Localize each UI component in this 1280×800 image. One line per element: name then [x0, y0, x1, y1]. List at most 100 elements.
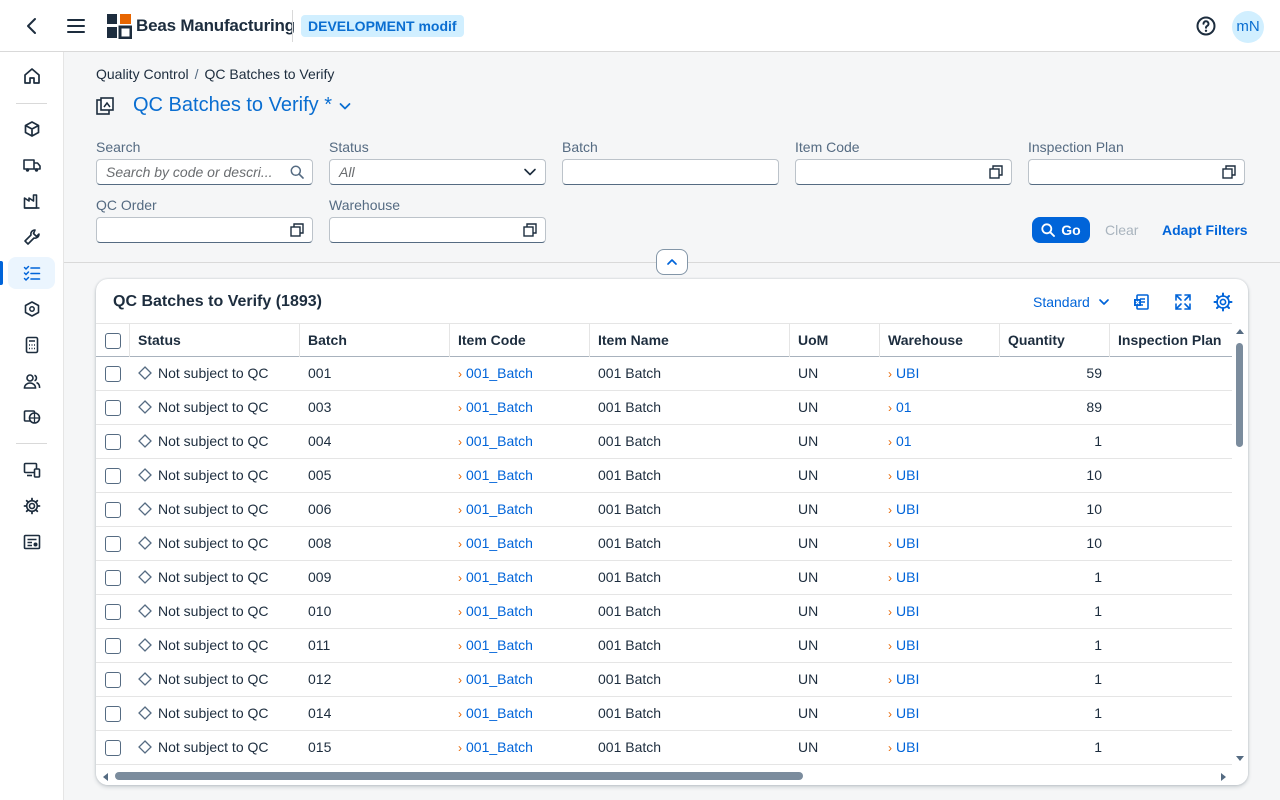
cell-item-code-text[interactable]: 001_Batch [466, 467, 533, 483]
adapt-filters-button[interactable]: Adapt Filters [1162, 222, 1248, 238]
help-icon[interactable] [1194, 14, 1218, 38]
variant-chevron-down-icon[interactable] [338, 99, 352, 113]
cell-item-code-text[interactable]: 001_Batch [466, 433, 533, 449]
cell-item-code[interactable]: › 001_Batch [450, 731, 590, 764]
cell-item-code[interactable]: › 001_Batch [450, 561, 590, 594]
table-row[interactable]: Not subject to QC 012 › 001_Batch 001 Batch U… [96, 663, 1232, 697]
variant-selector[interactable]: Standard [1033, 294, 1110, 310]
table-row[interactable]: Not subject to QC 006 › 001_Batch 001 Batch U… [96, 493, 1232, 527]
cell-warehouse[interactable]: › UBI [880, 493, 1000, 526]
cell-item-code[interactable]: › 001_Batch [450, 697, 590, 730]
cell-item-code[interactable]: › 001_Batch [450, 595, 590, 628]
column-header-status[interactable]: Status [130, 324, 300, 357]
column-header-warehouse[interactable]: Warehouse [880, 324, 1000, 357]
wrench-icon[interactable] [8, 221, 55, 253]
cell-item-code-text[interactable]: 001_Batch [466, 535, 533, 551]
scroll-right-icon[interactable] [1220, 772, 1228, 782]
cell-item-code[interactable]: › 001_Batch [450, 357, 590, 390]
cell-item-code[interactable]: › 001_Batch [450, 493, 590, 526]
item-code-input[interactable] [795, 159, 1012, 185]
table-row[interactable]: Not subject to QC 010 › 001_Batch 001 Batch U… [96, 595, 1232, 629]
cell-item-code[interactable]: › 001_Batch [450, 459, 590, 492]
cell-warehouse-text[interactable]: UBI [896, 603, 919, 619]
collapse-header-button[interactable] [656, 249, 688, 275]
cell-warehouse-text[interactable]: UBI [896, 535, 919, 551]
cell-warehouse-text[interactable]: UBI [896, 569, 919, 585]
cell-item-code[interactable]: › 001_Batch [450, 629, 590, 662]
cube-icon[interactable] [8, 113, 55, 145]
cell-warehouse-text[interactable]: 01 [896, 399, 912, 415]
cell-warehouse[interactable]: › UBI [880, 561, 1000, 594]
vertical-scrollbar[interactable] [1232, 323, 1248, 765]
fullscreen-icon[interactable] [1173, 292, 1193, 312]
truck-icon[interactable] [8, 149, 55, 181]
value-help-icon[interactable] [523, 223, 537, 237]
batch-input[interactable] [562, 159, 779, 185]
cell-warehouse[interactable]: › 01 [880, 391, 1000, 424]
table-settings-icon[interactable] [1213, 292, 1233, 312]
beas-logo-icon[interactable] [106, 13, 132, 39]
cell-item-code-text[interactable]: 001_Batch [466, 603, 533, 619]
scroll-up-icon[interactable] [1235, 327, 1245, 335]
cell-warehouse-text[interactable]: UBI [896, 501, 919, 517]
cell-item-code[interactable]: › 001_Batch [450, 527, 590, 560]
horizontal-scrollbar[interactable] [96, 767, 1248, 785]
warehouse-input[interactable] [329, 217, 546, 243]
breadcrumb-link-quality-control[interactable]: Quality Control [96, 66, 189, 82]
cell-warehouse[interactable]: › UBI [880, 459, 1000, 492]
devices-icon[interactable] [8, 454, 55, 486]
chevron-down-icon[interactable] [523, 165, 537, 179]
cell-item-code-text[interactable]: 001_Batch [466, 739, 533, 755]
home-icon[interactable] [8, 60, 55, 92]
checklist-icon[interactable] [0, 257, 55, 289]
table-row[interactable]: Not subject to QC 009 › 001_Batch 001 Batch U… [96, 561, 1232, 595]
cell-warehouse-text[interactable]: UBI [896, 705, 919, 721]
row-checkbox[interactable] [105, 434, 121, 450]
row-checkbox[interactable] [105, 536, 121, 552]
cell-item-code[interactable]: › 001_Batch [450, 425, 590, 458]
select-all-checkbox[interactable] [105, 333, 121, 349]
report-icon[interactable] [8, 526, 55, 558]
cell-warehouse[interactable]: › UBI [880, 527, 1000, 560]
value-help-icon[interactable] [989, 165, 1003, 179]
clear-button[interactable]: Clear [1105, 222, 1138, 238]
calculator-icon[interactable] [8, 329, 55, 361]
export-spreadsheet-icon[interactable] [1133, 292, 1153, 312]
cell-warehouse-text[interactable]: UBI [896, 365, 919, 381]
qc-order-input[interactable] [96, 217, 313, 243]
cell-item-code[interactable]: › 001_Batch [450, 663, 590, 696]
cell-warehouse[interactable]: › UBI [880, 663, 1000, 696]
row-checkbox[interactable] [105, 638, 121, 654]
row-checkbox[interactable] [105, 468, 121, 484]
cell-item-code-text[interactable]: 001_Batch [466, 569, 533, 585]
cell-item-code[interactable]: › 001_Batch [450, 391, 590, 424]
row-checkbox[interactable] [105, 366, 121, 382]
cell-warehouse[interactable]: › UBI [880, 595, 1000, 628]
cell-warehouse[interactable]: › UBI [880, 697, 1000, 730]
value-help-icon[interactable] [290, 223, 304, 237]
table-row[interactable]: Not subject to QC 015 › 001_Batch 001 Batch U… [96, 731, 1232, 765]
column-header-item-name[interactable]: Item Name [590, 324, 790, 357]
back-icon[interactable] [20, 14, 44, 38]
user-avatar[interactable]: mN [1232, 11, 1264, 43]
search-input[interactable]: Search by code or descri... [96, 159, 313, 185]
factory-icon[interactable] [8, 185, 55, 217]
users-icon[interactable] [8, 365, 55, 397]
go-button[interactable]: Go [1032, 217, 1090, 243]
column-header-quantity[interactable]: Quantity [1000, 324, 1110, 357]
cell-item-code-text[interactable]: 001_Batch [466, 501, 533, 517]
row-checkbox[interactable] [105, 604, 121, 620]
cell-item-code-text[interactable]: 001_Batch [466, 365, 533, 381]
row-checkbox[interactable] [105, 502, 121, 518]
cell-item-code-text[interactable]: 001_Batch [466, 399, 533, 415]
table-row[interactable]: Not subject to QC 003 › 001_Batch 001 Batch U… [96, 391, 1232, 425]
column-header-inspection-plan[interactable]: Inspection Plan [1110, 324, 1232, 357]
table-row[interactable]: Not subject to QC 011 › 001_Batch 001 Batch U… [96, 629, 1232, 663]
cell-warehouse[interactable]: › UBI [880, 731, 1000, 764]
scroll-left-icon[interactable] [101, 772, 109, 782]
status-select[interactable]: All [329, 159, 546, 185]
globe-icon[interactable] [8, 401, 55, 433]
hamburger-menu-icon[interactable] [64, 14, 88, 38]
scroll-down-icon[interactable] [1235, 755, 1245, 763]
search-icon[interactable] [290, 165, 304, 179]
